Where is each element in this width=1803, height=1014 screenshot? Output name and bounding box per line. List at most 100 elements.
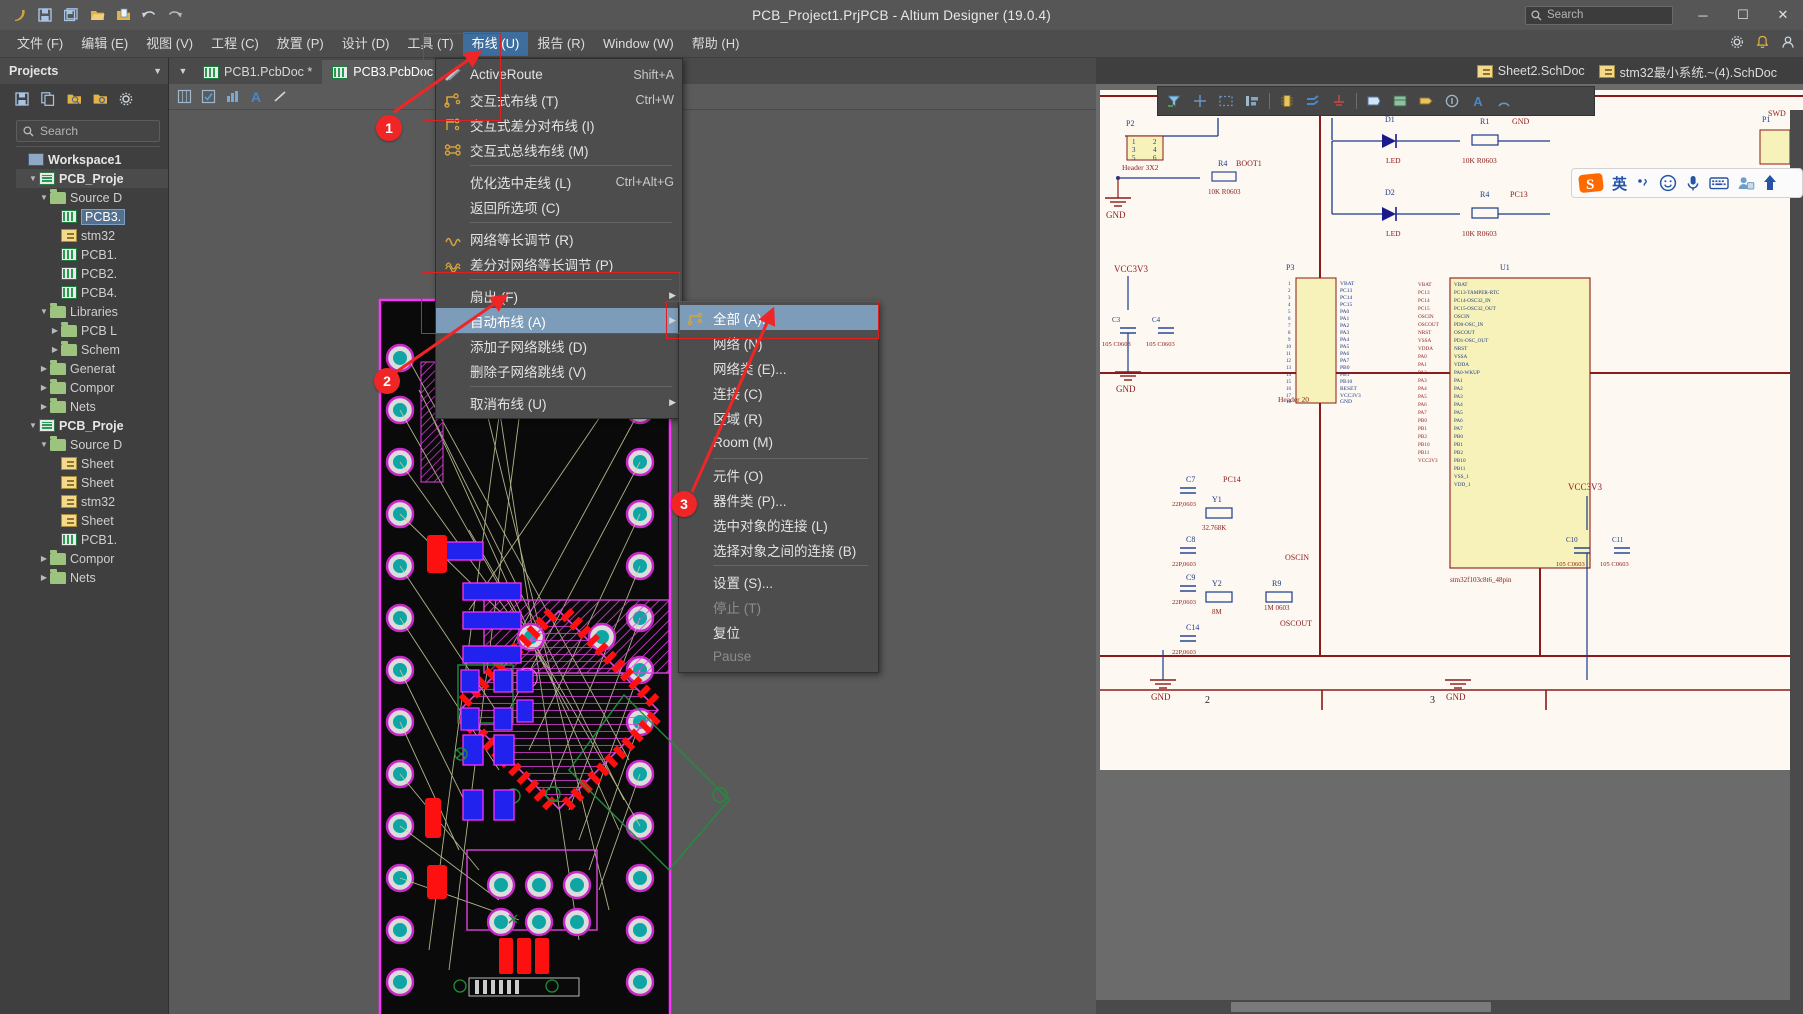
menu-item[interactable]: 交互式布线 (T)Ctrl+W — [436, 87, 682, 112]
menu-design[interactable]: 设计 (D) — [333, 32, 399, 56]
chevron-right-icon[interactable]: ▶ — [38, 573, 50, 582]
up-arrow-icon[interactable] — [1763, 174, 1777, 192]
route-menu-popup[interactable]: ActiveRouteShift+A交互式布线 (T)Ctrl+W交互式差分对布… — [435, 58, 683, 419]
menu-item[interactable]: 全部 (A)... — [679, 305, 878, 330]
place-component-icon[interactable] — [1275, 90, 1299, 112]
menu-edit[interactable]: 编辑 (E) — [72, 32, 137, 56]
altium-logo-icon[interactable] — [8, 4, 30, 26]
menu-project[interactable]: 工程 (C) — [202, 32, 268, 56]
place-text-icon[interactable]: A — [1466, 90, 1490, 112]
menu-item[interactable]: 设置 (S)... — [679, 569, 878, 594]
place-gnd-icon[interactable] — [1327, 90, 1351, 112]
ime-toolbar[interactable]: S 英 — [1571, 168, 1803, 198]
tree-item[interactable]: ·Sheet — [16, 454, 168, 473]
tree-item[interactable]: ·stm32 — [16, 226, 168, 245]
account-icon[interactable] — [1781, 35, 1795, 52]
pcb-tool-line-icon[interactable] — [269, 87, 291, 107]
pcb-tool-chart-icon[interactable] — [221, 87, 243, 107]
schematic-vertical-scrollbar[interactable] — [1790, 110, 1803, 1014]
chevron-right-icon[interactable]: ▶ — [38, 383, 50, 392]
tree-item[interactable]: ·PCB3. — [16, 207, 168, 226]
folder-options-icon[interactable] — [92, 91, 108, 107]
tree-item[interactable]: ·PCB1. — [16, 530, 168, 549]
menu-item[interactable]: 网络等长调节 (R) — [436, 226, 682, 251]
menu-item[interactable]: 网络 (N) — [679, 330, 878, 355]
tree-item[interactable]: ▼PCB_Proje — [16, 169, 168, 188]
chevron-down-icon[interactable]: ▼ — [38, 193, 50, 202]
ime-mode-label[interactable]: 英 — [1612, 173, 1627, 194]
document-tab[interactable]: PCB3.PcbDoc * — [322, 60, 451, 84]
menu-item[interactable]: 器件类 (P)... — [679, 487, 878, 512]
menu-item[interactable]: 交互式差分对布线 (I) — [436, 112, 682, 137]
scrollbar-thumb[interactable] — [1231, 1002, 1491, 1012]
tree-item[interactable]: ▼Source D — [16, 188, 168, 207]
tree-item[interactable]: ▶Compor — [16, 549, 168, 568]
save-icon[interactable] — [14, 91, 30, 107]
open-project-icon[interactable] — [112, 4, 134, 26]
select-area-icon[interactable] — [1214, 90, 1238, 112]
tree-item[interactable]: ▶Nets — [16, 397, 168, 416]
chevron-down-icon[interactable]: ▼ — [38, 440, 50, 449]
menu-report[interactable]: 报告 (R) — [528, 32, 594, 56]
search-input[interactable]: Search — [1525, 6, 1673, 25]
tree-item[interactable]: ·stm32 — [16, 492, 168, 511]
tree-item[interactable]: ▶Generat — [16, 359, 168, 378]
menu-route[interactable]: 布线 (U) — [463, 32, 529, 56]
menu-item[interactable]: 区域 (R) — [679, 405, 878, 430]
filter-icon[interactable] — [1162, 90, 1186, 112]
chevron-down-icon[interactable]: ▼ — [27, 174, 39, 183]
menu-item[interactable]: 选择对象之间的连接 (B) — [679, 537, 878, 562]
align-icon[interactable] — [1240, 90, 1264, 112]
autoroute-submenu-popup[interactable]: 全部 (A)...网络 (N)网络类 (E)...连接 (C)区域 (R)Roo… — [678, 301, 879, 673]
tree-item[interactable]: ▶Schem — [16, 340, 168, 359]
schematic-tab[interactable]: stm32最小系统.~(4).SchDoc — [1599, 62, 1777, 81]
gear-icon[interactable] — [118, 91, 134, 107]
copy-icon[interactable] — [40, 91, 56, 107]
menu-item[interactable]: 扇出 (F)▶ — [436, 283, 682, 308]
menu-place[interactable]: 放置 (P) — [268, 32, 333, 56]
gear-icon[interactable] — [1730, 35, 1744, 52]
save-all-icon[interactable] — [60, 4, 82, 26]
chevron-right-icon[interactable]: ▶ — [38, 554, 50, 563]
undo-icon[interactable] — [138, 4, 160, 26]
tree-item[interactable]: ▶PCB L — [16, 321, 168, 340]
menu-file[interactable]: 文件 (F) — [8, 32, 72, 56]
user-card-icon[interactable] — [1737, 175, 1755, 191]
save-icon[interactable] — [34, 4, 56, 26]
no-erc-icon[interactable] — [1440, 90, 1464, 112]
tree-item[interactable]: ·PCB4. — [16, 283, 168, 302]
menu-item[interactable]: 复位 — [679, 619, 878, 644]
maximize-button[interactable]: ☐ — [1723, 0, 1763, 30]
menu-item[interactable]: 添加子网络跳线 (D) — [436, 333, 682, 358]
menu-item[interactable]: 差分对网络等长调节 (P) — [436, 251, 682, 276]
tree-item[interactable]: ▶Compor — [16, 378, 168, 397]
tab-dropdown-icon[interactable]: ▼ — [173, 58, 193, 84]
chevron-right-icon[interactable]: ▶ — [38, 364, 50, 373]
emoji-icon[interactable] — [1659, 174, 1677, 192]
menu-item[interactable]: 优化选中走线 (L)Ctrl+Alt+G — [436, 169, 682, 194]
menu-window[interactable]: Window (W) — [594, 32, 683, 56]
pcb-tool-check-icon[interactable] — [197, 87, 219, 107]
minimize-button[interactable]: ─ — [1683, 0, 1723, 30]
menu-item[interactable]: 取消布线 (U)▶ — [436, 390, 682, 415]
menu-item[interactable]: ActiveRouteShift+A — [436, 62, 682, 87]
tree-item[interactable]: ▶Nets — [16, 568, 168, 587]
menu-item[interactable]: 交互式总线布线 (M) — [436, 137, 682, 162]
project-search-input[interactable]: Search — [16, 120, 160, 142]
schematic-horizontal-scrollbar[interactable] — [1096, 1000, 1803, 1014]
tree-item[interactable]: ·Sheet — [16, 473, 168, 492]
tree-item[interactable]: ·PCB2. — [16, 264, 168, 283]
menu-item[interactable]: 返回所选项 (C) — [436, 194, 682, 219]
menu-item[interactable]: Room (M) — [679, 430, 878, 455]
place-port-icon[interactable] — [1362, 90, 1386, 112]
menu-item[interactable]: 网络类 (E)... — [679, 355, 878, 380]
place-bus-icon[interactable] — [1301, 90, 1325, 112]
sogou-logo-icon[interactable]: S — [1578, 172, 1604, 194]
voice-input-icon[interactable] — [1685, 174, 1701, 192]
menu-view[interactable]: 视图 (V) — [137, 32, 202, 56]
chevron-down-icon[interactable]: ▼ — [38, 307, 50, 316]
tree-item[interactable]: ▼Source D — [16, 435, 168, 454]
cross-probe-icon[interactable] — [1188, 90, 1212, 112]
tree-item[interactable]: ·PCB1. — [16, 245, 168, 264]
keyboard-icon[interactable] — [1709, 175, 1729, 191]
